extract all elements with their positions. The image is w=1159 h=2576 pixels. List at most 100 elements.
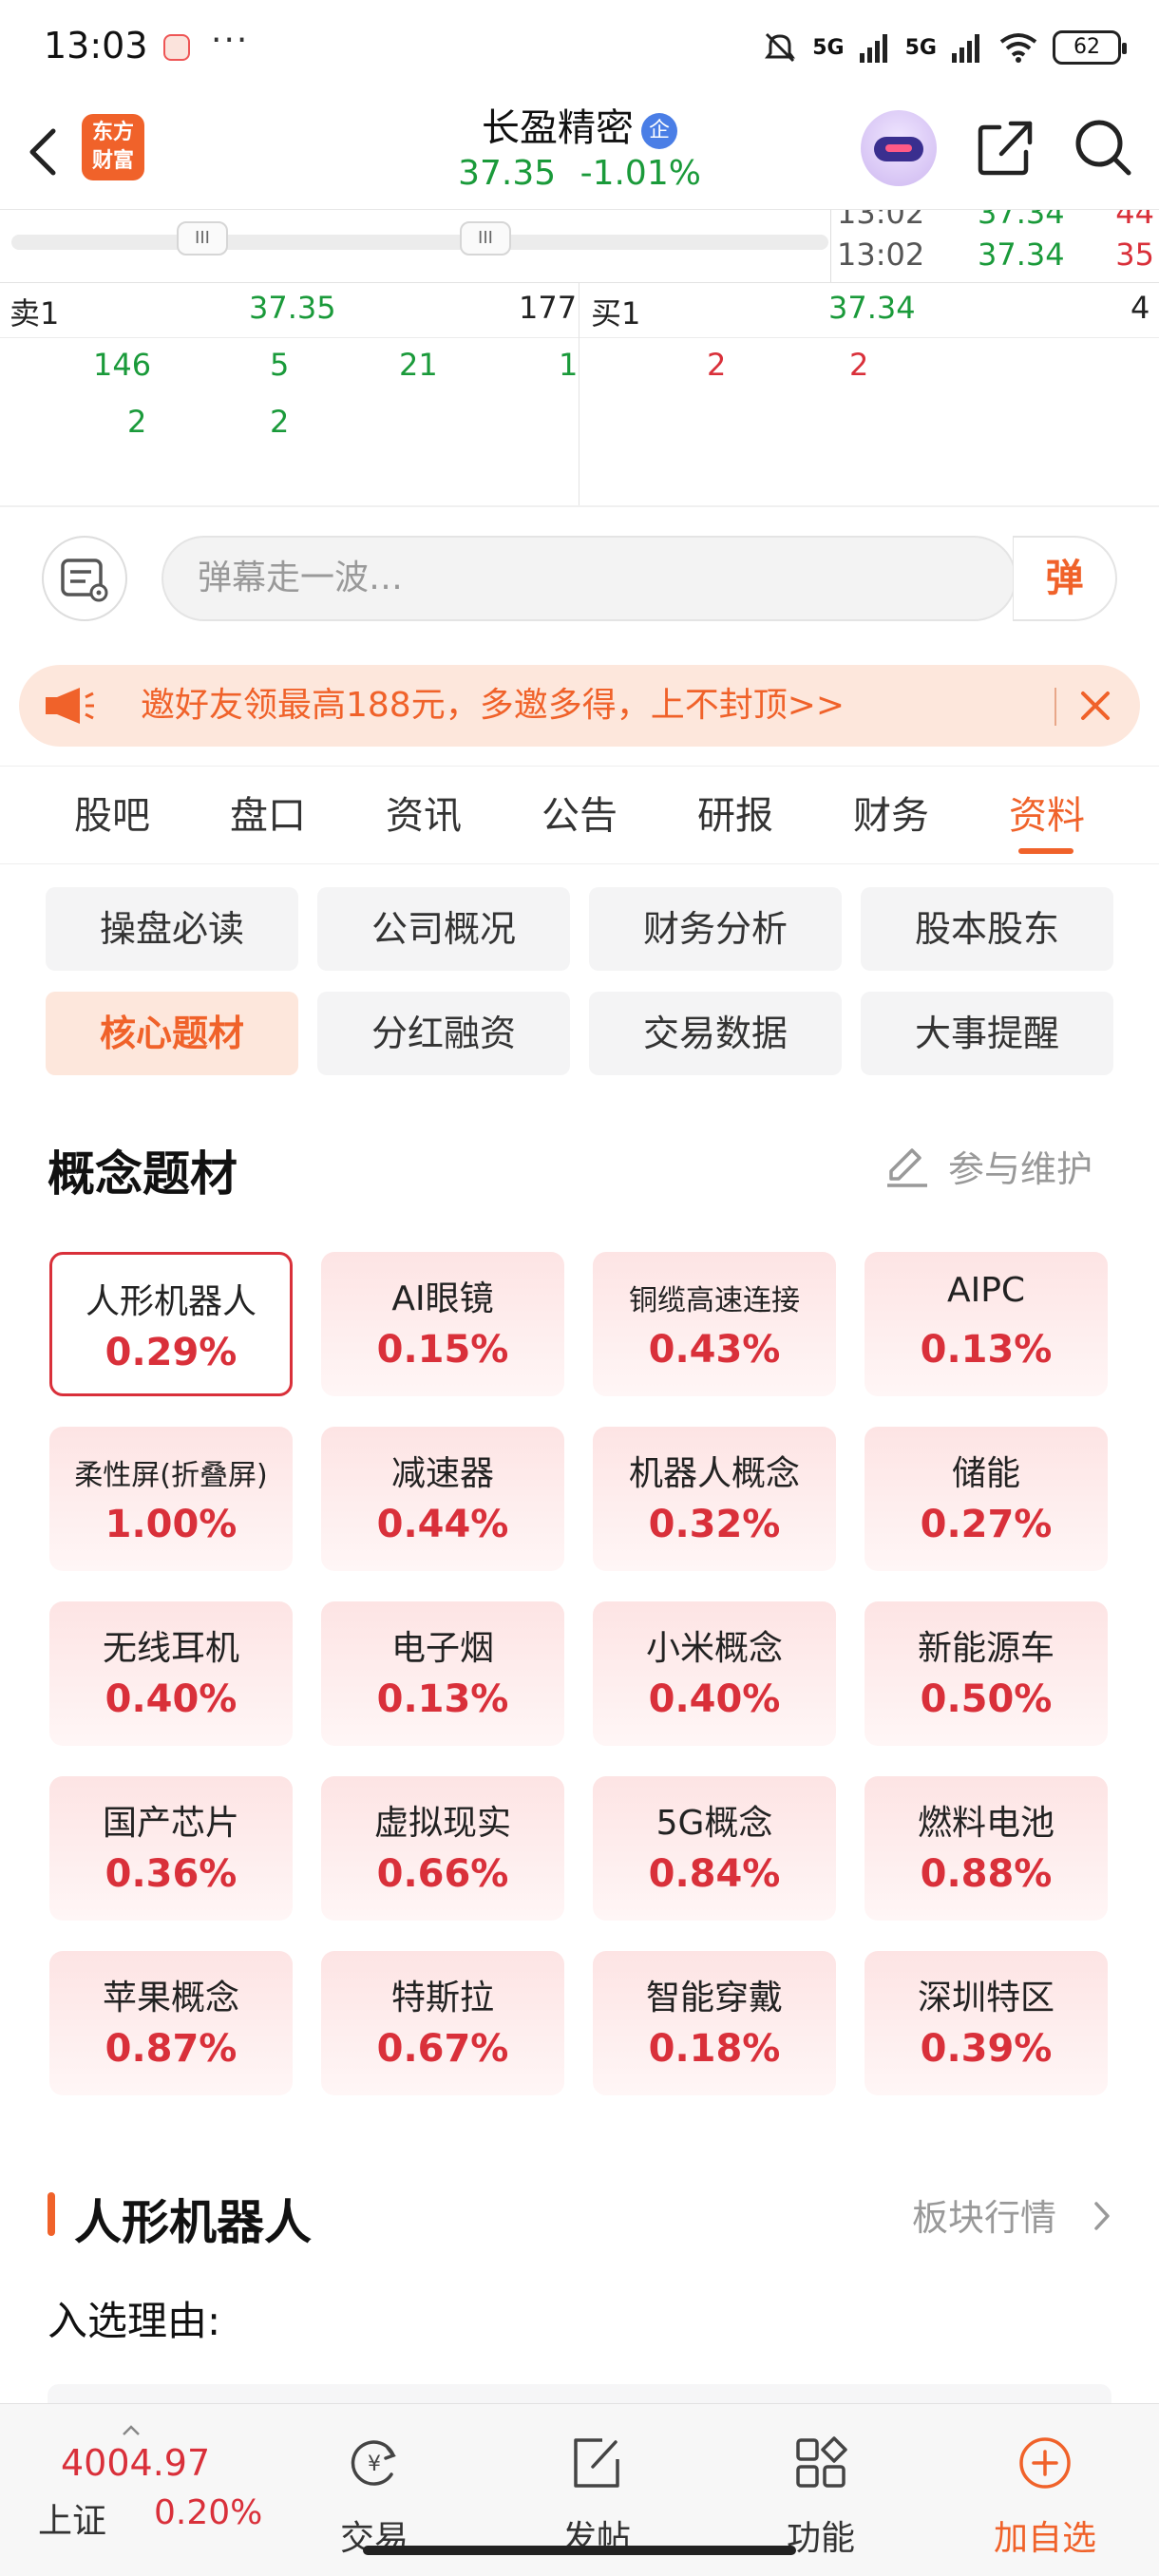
tab-research[interactable]: 研报 xyxy=(657,767,813,865)
tick-list: 13:02 37.34 44 13:02 37.34 35 xyxy=(830,210,1159,282)
nav-post[interactable]: 发帖 xyxy=(521,2417,673,2560)
concept-change: 0.87% xyxy=(104,2027,238,2071)
danmu-input[interactable]: 弹幕走一波… xyxy=(162,536,1016,621)
trade-icon: ¥ xyxy=(351,2440,396,2486)
search-icon[interactable] xyxy=(1070,114,1136,180)
sell-queue-value: 2 xyxy=(127,404,147,440)
slider-handle-left[interactable]: III xyxy=(177,221,228,256)
buy-queue-value: 2 xyxy=(707,347,727,383)
megaphone-icon xyxy=(46,688,94,724)
edit-icon[interactable] xyxy=(884,1145,931,1188)
apps-icon xyxy=(796,2436,847,2488)
concept-card[interactable]: 5G概念 0.84% xyxy=(593,1776,836,1921)
sector-quote-link[interactable]: 板块行情 xyxy=(912,2188,1056,2241)
index-name: 上证 xyxy=(38,2502,107,2541)
concept-card[interactable]: 苹果概念 0.87% xyxy=(49,1951,293,2095)
selected-concept-title: 人形机器人 xyxy=(74,2195,312,2250)
nav-trade[interactable]: ¥ 交易 xyxy=(298,2417,450,2560)
concept-card[interactable]: AI眼镜 0.15% xyxy=(321,1252,564,1396)
concept-name: 燃料电池 xyxy=(917,1804,1054,1843)
danmu-send-button[interactable]: 弹 xyxy=(1013,536,1117,621)
tab-pankou[interactable]: 盘口 xyxy=(190,767,346,865)
status-more: ··· xyxy=(211,21,250,60)
title-accent-bar xyxy=(48,2192,55,2236)
concept-change: 0.32% xyxy=(648,1503,781,1546)
divider xyxy=(0,282,1159,283)
tab-finance[interactable]: 财务 xyxy=(813,767,969,865)
concept-card[interactable]: 减速器 0.44% xyxy=(321,1427,564,1571)
battery-indicator: 62 xyxy=(1053,30,1127,65)
concept-change: 0.13% xyxy=(920,1328,1053,1372)
notification-app-icon xyxy=(163,34,190,61)
concept-card[interactable]: 深圳特区 0.39% xyxy=(864,1951,1108,2095)
concept-name: 减速器 xyxy=(390,1454,494,1493)
chip-dividends[interactable]: 分红融资 xyxy=(317,992,570,1075)
concept-name: 无线耳机 xyxy=(102,1629,239,1668)
concept-change: 0.40% xyxy=(104,1677,238,1721)
svg-text:¥: ¥ xyxy=(368,2453,381,2476)
sell-queue-value: 5 xyxy=(270,347,290,383)
buy1-label: 买1 xyxy=(591,295,641,331)
tick-volume: 44 xyxy=(1115,210,1154,231)
signal-label-1: 5G xyxy=(812,35,845,60)
concept-card[interactable]: AIPC 0.13% xyxy=(864,1252,1108,1396)
promo-banner[interactable]: 邀好友领最高188元，多邀多得，上不封顶>> xyxy=(19,665,1140,747)
buy1-price: 37.34 xyxy=(828,290,916,326)
chip-trading-data[interactable]: 交易数据 xyxy=(589,992,842,1075)
close-icon[interactable] xyxy=(1075,686,1115,726)
concept-card[interactable]: 智能穿戴 0.18% xyxy=(593,1951,836,2095)
danmu-list-icon[interactable] xyxy=(42,536,127,621)
concept-change: 0.50% xyxy=(920,1677,1053,1721)
concept-card[interactable]: 小米概念 0.40% xyxy=(593,1601,836,1746)
danmu-row: 弹幕走一波… 弹 xyxy=(0,507,1159,650)
concept-change: 0.18% xyxy=(648,2027,781,2071)
concept-name: 小米概念 xyxy=(645,1629,783,1668)
chip-trading-guide[interactable]: 操盘必读 xyxy=(46,887,298,971)
concept-card[interactable]: 电子烟 0.13% xyxy=(321,1601,564,1746)
home-indicator[interactable] xyxy=(363,2546,796,2555)
nav-functions[interactable]: 功能 xyxy=(745,2417,897,2560)
tab-announcements[interactable]: 公告 xyxy=(502,767,657,865)
stock-change: -1.01% xyxy=(580,154,701,193)
concept-card[interactable]: 国产芯片 0.36% xyxy=(49,1776,293,1921)
range-slider-track[interactable] xyxy=(11,235,828,250)
concept-card[interactable]: 铜缆高速连接 0.43% xyxy=(593,1252,836,1396)
nav-add-watchlist[interactable]: 加自选 xyxy=(969,2417,1121,2560)
chip-financial-analysis[interactable]: 财务分析 xyxy=(589,887,842,971)
signal-label-2: 5G xyxy=(904,35,937,60)
concept-name: 人形机器人 xyxy=(85,1282,256,1321)
share-icon[interactable] xyxy=(973,114,1039,180)
maintain-link[interactable]: 参与维护 xyxy=(948,1140,1092,1192)
stock-header: 东方 财富 长盈精密企 37.35 -1.01% xyxy=(0,95,1159,209)
stock-name: 长盈精密 xyxy=(482,106,634,150)
chip-core-themes[interactable]: 核心题材 xyxy=(46,992,298,1075)
concept-change: 0.15% xyxy=(376,1328,509,1372)
concept-card[interactable]: 燃料电池 0.88% xyxy=(864,1776,1108,1921)
concept-change: 0.67% xyxy=(376,2027,509,2071)
chip-shareholders[interactable]: 股本股东 xyxy=(861,887,1113,971)
concept-card[interactable]: 机器人概念 0.32% xyxy=(593,1427,836,1571)
concept-card[interactable]: 人形机器人 0.29% xyxy=(49,1252,293,1396)
sell-queue-value: 21 xyxy=(399,347,438,383)
concept-name: 机器人概念 xyxy=(628,1454,800,1493)
divider xyxy=(1054,688,1056,726)
tab-news[interactable]: 资讯 xyxy=(346,767,502,865)
concept-card[interactable]: 储能 0.27% xyxy=(864,1427,1108,1571)
concept-card[interactable]: 虚拟现实 0.66% xyxy=(321,1776,564,1921)
concept-card[interactable]: 特斯拉 0.67% xyxy=(321,1951,564,2095)
concept-name: 虚拟现实 xyxy=(373,1804,511,1843)
robot-assistant-icon[interactable] xyxy=(861,110,937,186)
concept-card[interactable]: 柔性屏(折叠屏) 1.00% xyxy=(49,1427,293,1571)
signal-bars-icon xyxy=(952,34,979,63)
chip-events[interactable]: 大事提醒 xyxy=(861,992,1113,1075)
chip-company-overview[interactable]: 公司概况 xyxy=(317,887,570,971)
chevron-right-icon[interactable] xyxy=(1091,2200,1113,2232)
concept-name: 特斯拉 xyxy=(390,1979,494,2017)
concept-card[interactable]: 无线耳机 0.40% xyxy=(49,1601,293,1746)
buy-queue-value: 2 xyxy=(849,347,869,383)
status-icons: 5G 5G 62 xyxy=(761,25,1127,70)
enterprise-badge: 企 xyxy=(641,113,677,149)
slider-handle-right[interactable]: III xyxy=(460,221,511,256)
tab-guba[interactable]: 股吧 xyxy=(34,767,190,865)
concept-card[interactable]: 新能源车 0.50% xyxy=(864,1601,1108,1746)
